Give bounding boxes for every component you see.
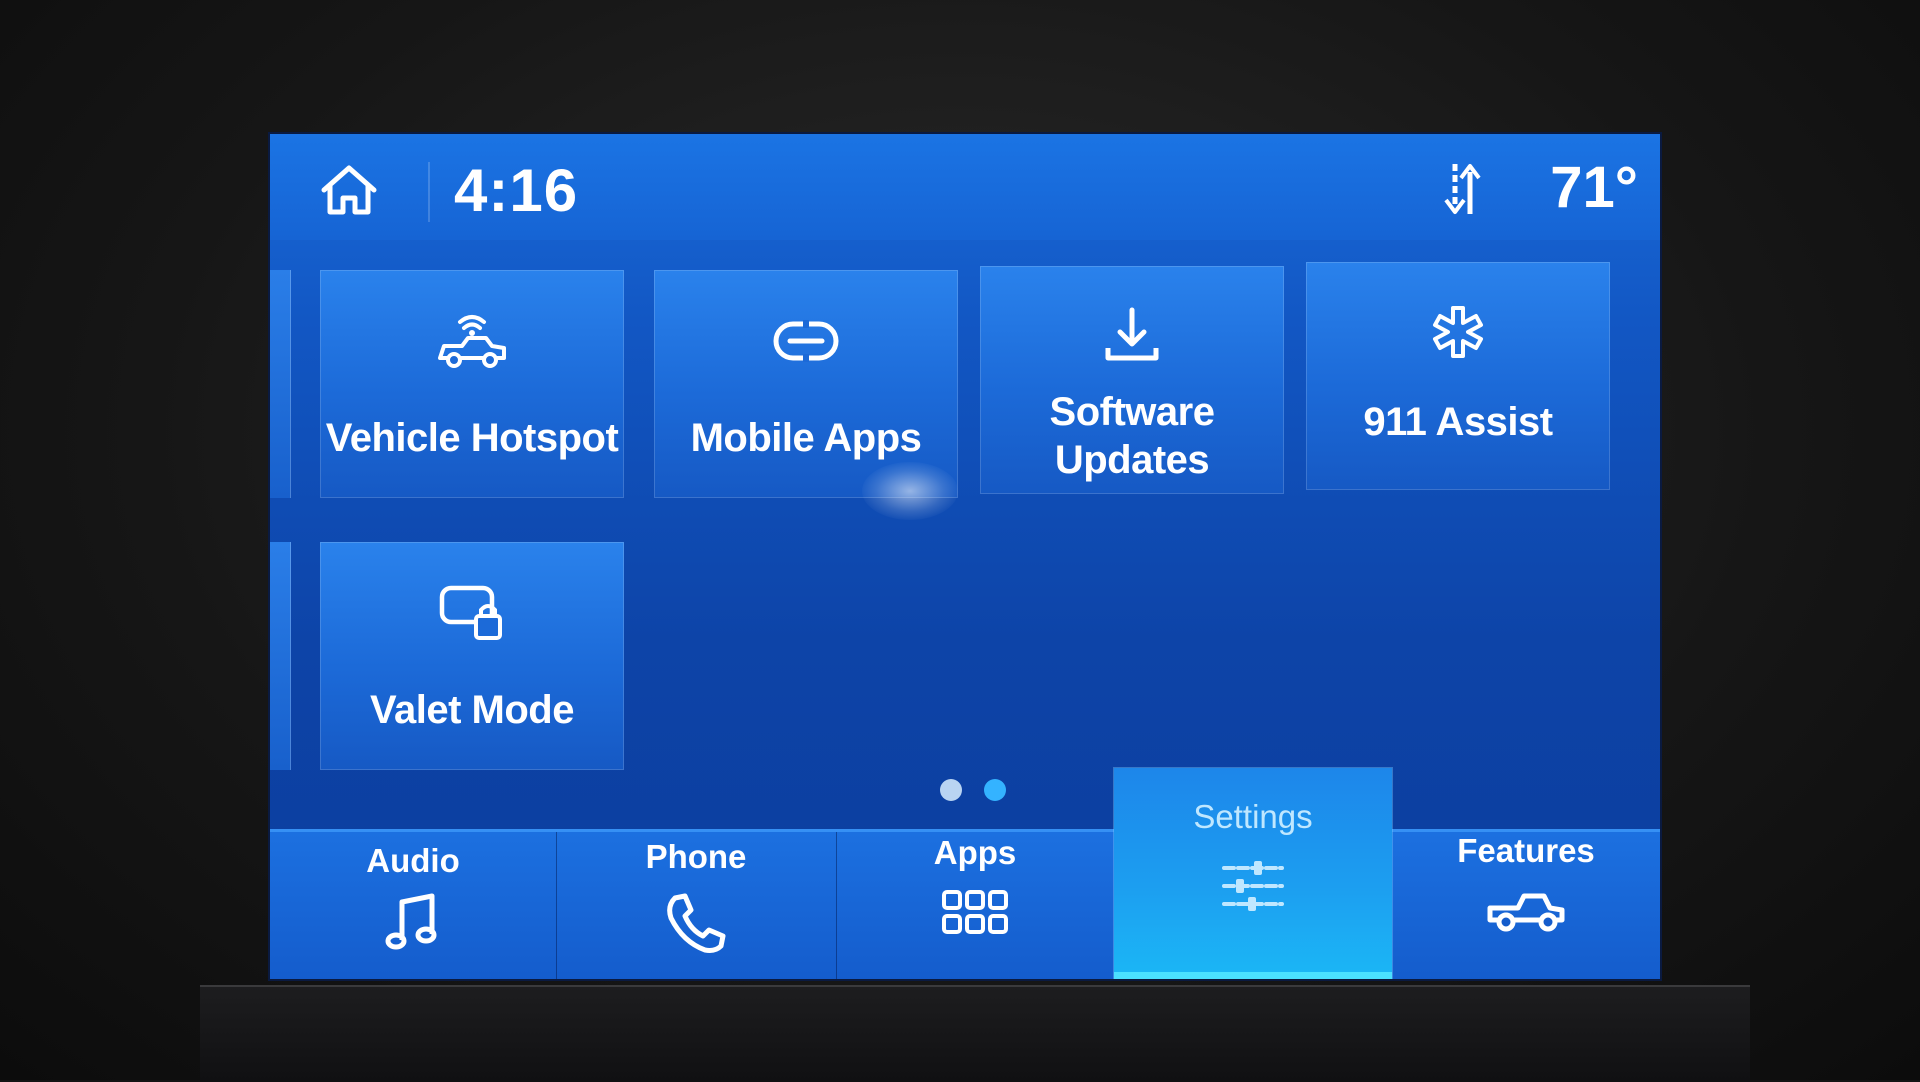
page-dot-1[interactable] (940, 779, 962, 801)
vehicle-wifi-icon (432, 308, 512, 374)
tile-label: 911 Assist (1363, 400, 1553, 444)
tile-software-updates[interactable]: Software Updates (980, 266, 1284, 494)
outside-temperature: 71° (1550, 155, 1638, 220)
clock: 4:16 (454, 157, 579, 224)
infotainment-screen: 4:16 71° Vehicle Hotspot Mobile Apps Sof… (268, 132, 1662, 981)
data-transfer-icon (1444, 164, 1481, 214)
phone-icon (661, 890, 731, 954)
music-note-icon (378, 890, 448, 954)
status-divider (428, 162, 430, 222)
settings-sliders-icon (1218, 856, 1288, 920)
nav-label: Settings (1193, 798, 1313, 835)
data-transfer-indicator (1442, 160, 1482, 218)
nav-features[interactable]: Features (1392, 832, 1660, 979)
nav-audio[interactable]: Audio (270, 832, 557, 979)
download-icon (1092, 304, 1172, 370)
nav-apps[interactable]: Apps (836, 832, 1115, 979)
apps-grid-icon (940, 884, 1010, 948)
tile-label: Software Updates (1049, 390, 1215, 482)
tile-valet-mode[interactable]: Valet Mode (320, 542, 624, 770)
tile-mobile-apps[interactable]: Mobile Apps (654, 270, 958, 498)
page-indicator (940, 779, 1006, 803)
dashboard-lower-trim (200, 985, 1750, 1082)
page-dot-2[interactable] (984, 779, 1006, 801)
nav-label: Features (1457, 832, 1595, 869)
home-icon (321, 165, 377, 215)
tile-911-assist[interactable]: 911 Assist (1306, 262, 1610, 490)
tile-label: Mobile Apps (690, 416, 922, 460)
tile-vehicle-hotspot[interactable]: Vehicle Hotspot (320, 270, 624, 498)
nav-settings[interactable]: Settings (1114, 768, 1392, 979)
link-icon (766, 308, 846, 374)
nav-label: Audio (366, 842, 460, 879)
status-bar: 4:16 71° (270, 134, 1660, 240)
previous-page-tile-peek[interactable] (270, 270, 291, 498)
previous-page-tile-peek[interactable] (270, 542, 291, 770)
truck-icon (1486, 878, 1566, 942)
tile-label: Vehicle Hotspot (325, 416, 619, 460)
valet-lock-icon (432, 580, 512, 646)
nav-label: Phone (645, 838, 747, 875)
emergency-star-icon (1418, 300, 1498, 366)
tile-label: Valet Mode (370, 688, 574, 732)
home-button[interactable] (318, 162, 380, 218)
bottom-nav-bar: Audio Phone Apps Settings Features (270, 768, 1660, 979)
nav-phone[interactable]: Phone (556, 832, 837, 979)
nav-label: Apps (933, 834, 1017, 871)
active-tab-indicator (1114, 972, 1392, 979)
